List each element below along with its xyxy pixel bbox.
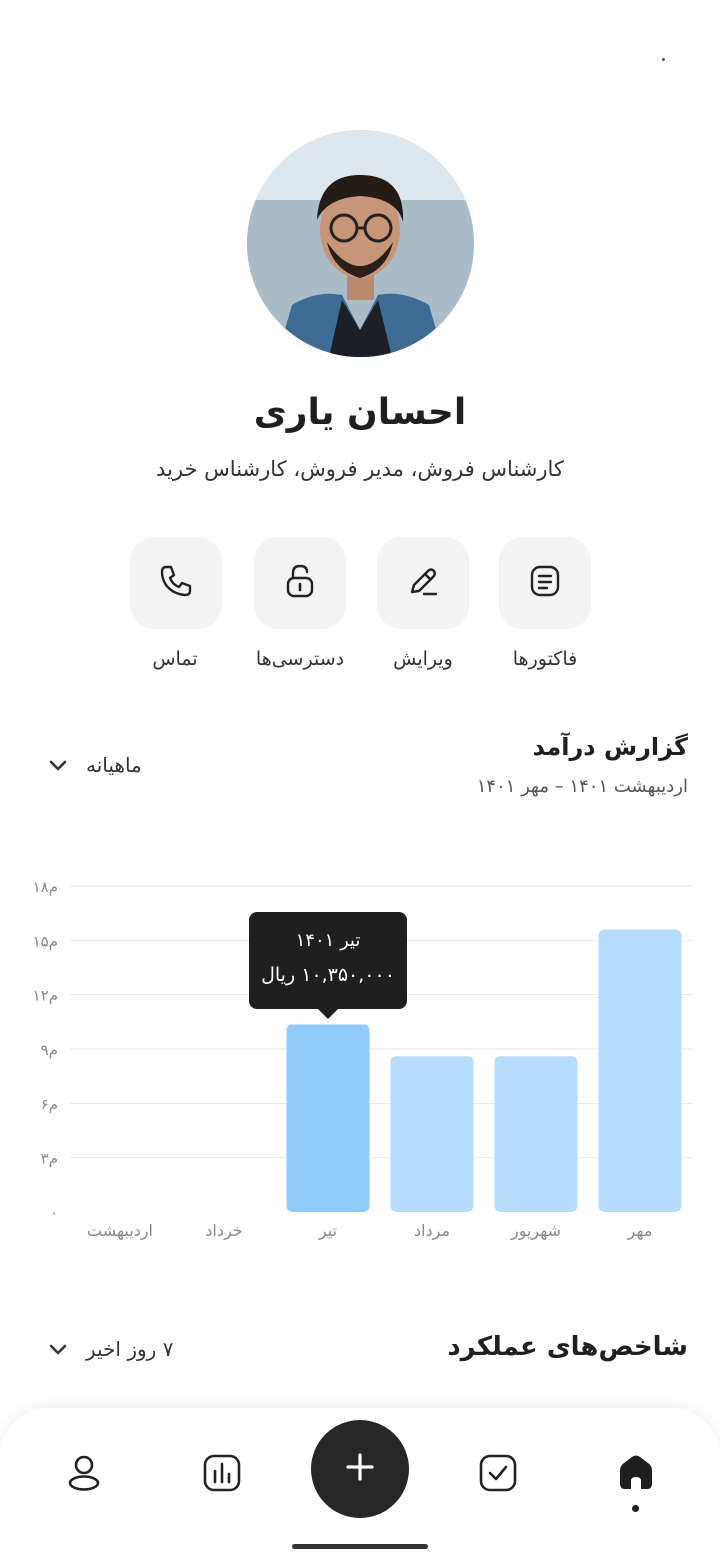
chart-bar[interactable] — [598, 929, 682, 1212]
tooltip-month: تیر ۱۴۰۱ — [295, 930, 361, 951]
edit-button[interactable] — [377, 537, 469, 629]
chart-tooltip: تیر ۱۴۰۱ ۱۰,۳۵۰,۰۰۰ ریال — [249, 912, 407, 1019]
chart-bar[interactable] — [494, 1056, 578, 1212]
x-tick-label: اردیبهشت — [87, 1221, 153, 1241]
profile-icon — [66, 1454, 102, 1496]
status-indicator — [662, 58, 665, 61]
x-tick-label: خرداد — [205, 1221, 242, 1241]
chevron-down-icon — [48, 1337, 68, 1361]
phone-icon — [158, 563, 194, 603]
add-button[interactable] — [311, 1420, 409, 1518]
home-indicator — [292, 1544, 428, 1549]
chart-bar[interactable] — [390, 1056, 474, 1212]
nav-reports[interactable] — [199, 1452, 245, 1498]
edit-icon — [405, 563, 441, 603]
chevron-down-icon — [48, 753, 68, 777]
y-tick-label: ۹م — [41, 1041, 58, 1059]
period-value: ماهیانه — [86, 753, 142, 777]
chart-bar[interactable] — [286, 1024, 370, 1212]
x-tick-label: شهریور — [510, 1221, 561, 1241]
kpi-period-dropdown[interactable]: ۷ روز اخیر — [48, 1337, 173, 1361]
y-tick-label: ۱۵م — [33, 932, 58, 950]
y-tick-label: ۱۸م — [33, 878, 58, 896]
profile-avatar — [247, 130, 474, 357]
revenue-title: گزارش درآمد — [532, 733, 688, 761]
y-tick-label: ۳م — [41, 1150, 58, 1168]
profile-name: احسان یاری — [253, 392, 467, 433]
kpi-period-value: ۷ روز اخیر — [86, 1337, 174, 1361]
invoices-label: فاکتورها — [512, 648, 578, 670]
y-tick-label: ۰ — [50, 1204, 58, 1222]
permissions-button[interactable] — [254, 537, 346, 629]
call-button[interactable] — [130, 537, 222, 629]
invoices-button[interactable] — [499, 537, 591, 629]
kpi-title: شاخص‌های عملکرد — [447, 1332, 688, 1362]
add-icon — [345, 1452, 375, 1486]
nav-home[interactable] — [613, 1452, 659, 1498]
task-icon — [479, 1454, 517, 1496]
permissions-label: دسترسی‌ها — [255, 648, 345, 670]
tooltip-amount: ۱۰,۳۵۰,۰۰۰ ریال — [261, 964, 395, 986]
profile-roles: کارشناس فروش، مدیر فروش، کارشناس خرید — [156, 457, 564, 481]
call-label: تماس — [152, 648, 198, 670]
period-dropdown[interactable]: ماهیانه — [48, 753, 142, 777]
chart-icon — [203, 1454, 241, 1496]
x-tick-label: تیر — [318, 1221, 337, 1241]
x-tick-label: مهر — [627, 1221, 653, 1241]
x-tick-label: مرداد — [414, 1221, 450, 1241]
home-icon — [617, 1454, 655, 1496]
nav-tasks[interactable] — [475, 1452, 521, 1498]
y-tick-label: ۶م — [41, 1095, 58, 1113]
revenue-range: اردیبهشت ۱۴۰۱ – مهر ۱۴۰۱ — [476, 776, 688, 797]
edit-label: ویرایش — [393, 648, 453, 670]
invoice-icon — [528, 564, 562, 602]
y-tick-label: ۱۲م — [33, 987, 58, 1005]
active-nav-indicator — [632, 1505, 639, 1512]
nav-profile[interactable] — [61, 1452, 107, 1498]
unlock-icon — [283, 563, 317, 603]
